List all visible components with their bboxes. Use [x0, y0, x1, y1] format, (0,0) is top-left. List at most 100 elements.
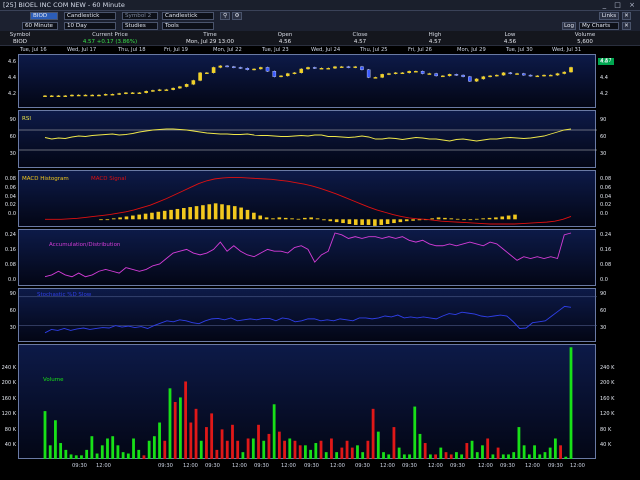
interval-select[interactable]: 60 Minute [22, 22, 58, 30]
rsi-panel[interactable]: RSI [18, 110, 597, 168]
volume-bar [184, 381, 188, 459]
chart-type-select[interactable]: Candlestick [64, 12, 116, 20]
macd-bar [392, 219, 396, 224]
volume-bar [413, 406, 417, 459]
macd-bar [290, 218, 294, 220]
ad-panel[interactable]: Accumulation/Distribution [18, 229, 596, 286]
volume-bar [553, 438, 557, 459]
time-tick: 09:30 [355, 463, 370, 469]
candle-body [495, 74, 499, 77]
axis-tick-right: 60 [600, 308, 607, 314]
candle-body [366, 69, 371, 78]
period-select[interactable]: 10 Day [64, 22, 116, 30]
axis-tick-left: 80 K [4, 426, 16, 433]
quote-value: Mon, Jul 29 13:00 [185, 39, 235, 45]
time-tick: 12:00 [232, 463, 247, 469]
axis-tick-right: 80 K [600, 426, 612, 433]
chart-type2-select[interactable]: Candlestick [162, 12, 214, 20]
volume-bar [350, 447, 354, 459]
candle-body [414, 71, 418, 73]
time-tick: 12:00 [96, 463, 111, 469]
volume-bar [147, 440, 151, 459]
volume-bar [512, 452, 516, 459]
volume-bar [335, 452, 339, 459]
volume-bar [236, 440, 240, 459]
close-icon[interactable]: ✕ [622, 12, 631, 20]
candle-body [245, 67, 250, 70]
stoch-line [44, 305, 572, 334]
log-button[interactable]: Log [562, 22, 576, 30]
macd-bar [443, 217, 447, 220]
candle-body [137, 92, 142, 94]
candle-body [292, 72, 297, 74]
macd-bar [226, 205, 231, 220]
macd-bar [436, 217, 441, 220]
macd-bar [252, 212, 256, 220]
axis-tick-right: 0.06 [600, 184, 612, 191]
candle-body [548, 74, 553, 77]
axis-tick-left: 90 [9, 291, 16, 297]
macd-bar [430, 218, 434, 220]
volume-bar [267, 433, 271, 459]
quote-value: 4.57 [353, 39, 367, 45]
volume-bar [444, 452, 448, 459]
volume-bar [152, 436, 156, 459]
volume-panel[interactable]: Volume [18, 344, 596, 459]
candle-body [481, 76, 486, 80]
macd-bar [449, 218, 454, 220]
macd-bar [150, 212, 154, 220]
close-icon[interactable]: ✕ [622, 22, 631, 30]
axis-tick-left: 0.08 [4, 262, 16, 268]
axis-tick-right: 0.0 [600, 277, 608, 283]
symbol-input[interactable]: BIOD [30, 12, 58, 20]
settings-icon[interactable]: ⚙ [232, 12, 242, 20]
axis-tick-right: 240 K [600, 365, 615, 371]
macd-bar [245, 209, 250, 220]
macd-panel[interactable]: MACD Histogram MACD Signal [18, 170, 596, 227]
candle-body [373, 77, 378, 79]
stoch-panel[interactable]: Stochastic %D Slow [18, 288, 597, 342]
macd-bar [111, 218, 116, 220]
volume-bar [293, 440, 297, 459]
candle-body [191, 80, 196, 85]
pin-icon[interactable]: ⚲ [220, 12, 230, 20]
volume-bar [85, 449, 89, 459]
quote-header: Symbol [9, 32, 31, 38]
window-controls[interactable]: _ □ × [603, 1, 638, 9]
volume-bar [100, 445, 104, 459]
time-tick: 12:00 [183, 463, 198, 469]
volume-chart [43, 347, 573, 459]
links-button[interactable]: Links [599, 12, 619, 20]
axis-tick-left: 120 K [1, 411, 16, 418]
axis-tick-left: 0.24 [4, 232, 16, 238]
axis-tick-right: 200 K [600, 380, 615, 387]
time-tick: 12:00 [428, 463, 443, 469]
macd-bar [309, 217, 313, 220]
candle-body [360, 66, 364, 70]
date-axis-top: Tue, Jul 16 Wed, Jul 17 Thu, Jul 18 Fri, Ju… [18, 46, 596, 54]
tools-select[interactable]: Tools [162, 22, 214, 30]
macd-bar [379, 219, 384, 225]
axis-tick-right: 0.08 [600, 262, 612, 268]
date-label: Tue, Jul 30 [506, 47, 533, 53]
volume-bar [54, 420, 57, 459]
candle-body [205, 72, 209, 74]
my-charts-select[interactable]: My Charts [579, 22, 619, 30]
volume-bar [345, 440, 349, 459]
macd-bar [404, 219, 409, 222]
candle-body [461, 74, 465, 77]
ad-chart [44, 232, 572, 278]
volume-bar [481, 445, 484, 459]
price-panel[interactable] [18, 54, 596, 108]
candle-body [144, 91, 148, 93]
studies-select[interactable]: Studies [122, 22, 158, 30]
candle-body [400, 72, 405, 74]
volume-bar [533, 445, 536, 459]
volume-bar [522, 445, 526, 459]
axis-tick-right: 0.02 [600, 202, 612, 209]
macd-bar [194, 206, 199, 220]
symbol2-input[interactable]: Symbol 2 [122, 12, 158, 20]
axis-tick-left: 60 [9, 308, 16, 314]
volume-bar [455, 452, 458, 459]
candle-body [265, 67, 270, 72]
